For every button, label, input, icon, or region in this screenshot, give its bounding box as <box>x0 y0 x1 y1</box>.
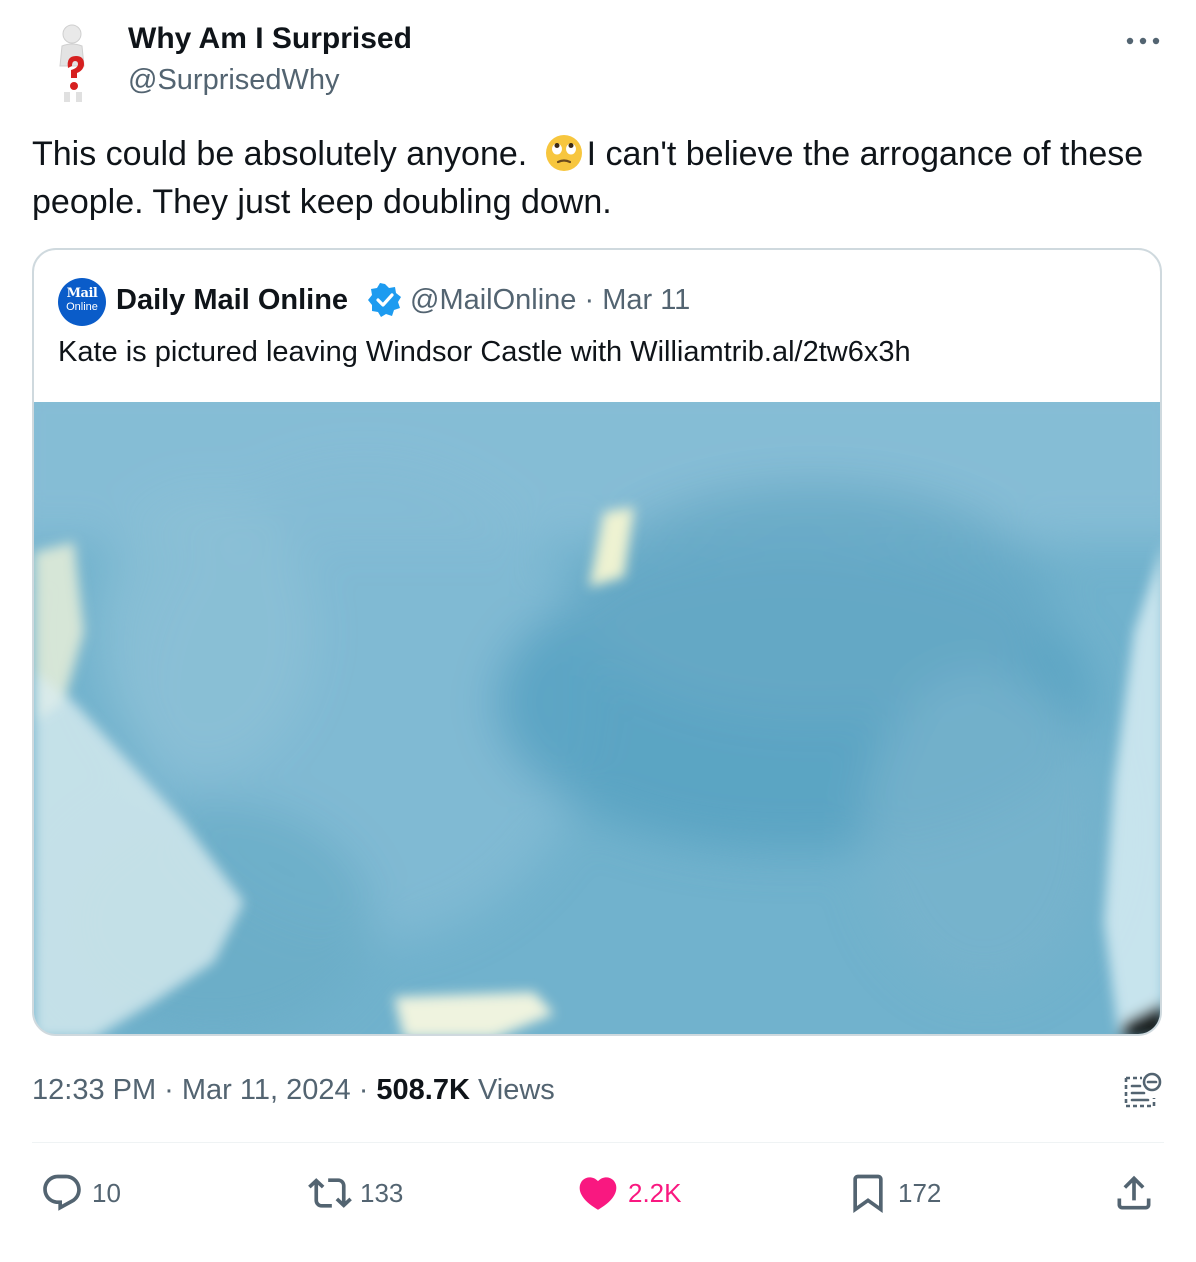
timestamp[interactable]: 12:33 PM · Mar 11, 2024 · <box>32 1074 376 1106</box>
tweet-text-part1: This could be absolutely anyone. <box>32 135 537 173</box>
quoted-tweet-photo[interactable] <box>34 362 1160 1034</box>
reply-button[interactable]: 10 <box>40 1170 121 1216</box>
face-with-rolling-eyes-icon <box>545 134 583 172</box>
ellipsis-icon <box>1126 37 1160 45</box>
views-label: Views <box>469 1074 555 1106</box>
heart-filled-icon <box>579 1177 617 1210</box>
author-handle[interactable]: @SurprisedWhy <box>128 62 340 98</box>
like-count: 2.2K <box>628 1177 682 1208</box>
tweet-meta: 12:33 PM · Mar 11, 2024 · 508.7K Views <box>32 1070 555 1110</box>
share-icon <box>1117 1175 1151 1210</box>
quoted-tweet-text: Kate is pictured leaving Windsor Castle … <box>58 336 911 368</box>
bookmark-icon <box>853 1174 883 1214</box>
author-avatar[interactable] <box>32 20 116 104</box>
avatar-logo-line2: Online <box>66 301 98 313</box>
avatar-logo-line1: Mail <box>66 286 98 301</box>
tweet-text: This could be absolutely anyone. I can't… <box>32 130 1152 226</box>
repost-count: 133 <box>360 1177 404 1208</box>
repost-icon <box>308 1178 352 1208</box>
more-options-button[interactable] <box>1120 26 1166 56</box>
bookmark-button[interactable]: 172 <box>846 1170 941 1216</box>
blurry-car-window-photo <box>34 362 1160 1034</box>
quoted-author-name[interactable]: Daily Mail Online <box>116 280 348 320</box>
quoted-author-avatar[interactable]: Mail Online <box>58 278 106 326</box>
quoted-tweet-card[interactable]: Mail Online Daily Mail Online @MailOnlin… <box>32 248 1162 1036</box>
repost-button[interactable]: 133 <box>308 1170 403 1216</box>
share-button[interactable] <box>1112 1170 1164 1216</box>
bookmark-count: 172 <box>898 1177 942 1208</box>
reply-count: 10 <box>92 1177 121 1208</box>
divider <box>32 1142 1164 1143</box>
question-mark-figure-icon <box>32 20 116 104</box>
analytics-button[interactable] <box>1122 1070 1164 1112</box>
analytics-icon <box>1124 1072 1162 1108</box>
views-count: 508.7K <box>376 1074 470 1106</box>
like-button[interactable]: 2.2K <box>576 1170 682 1216</box>
quoted-handle-date[interactable]: @MailOnline · Mar 11 <box>410 280 690 320</box>
reply-icon <box>43 1174 81 1211</box>
author-display-name[interactable]: Why Am I Surprised <box>128 20 412 58</box>
verified-badge-icon <box>368 283 402 317</box>
